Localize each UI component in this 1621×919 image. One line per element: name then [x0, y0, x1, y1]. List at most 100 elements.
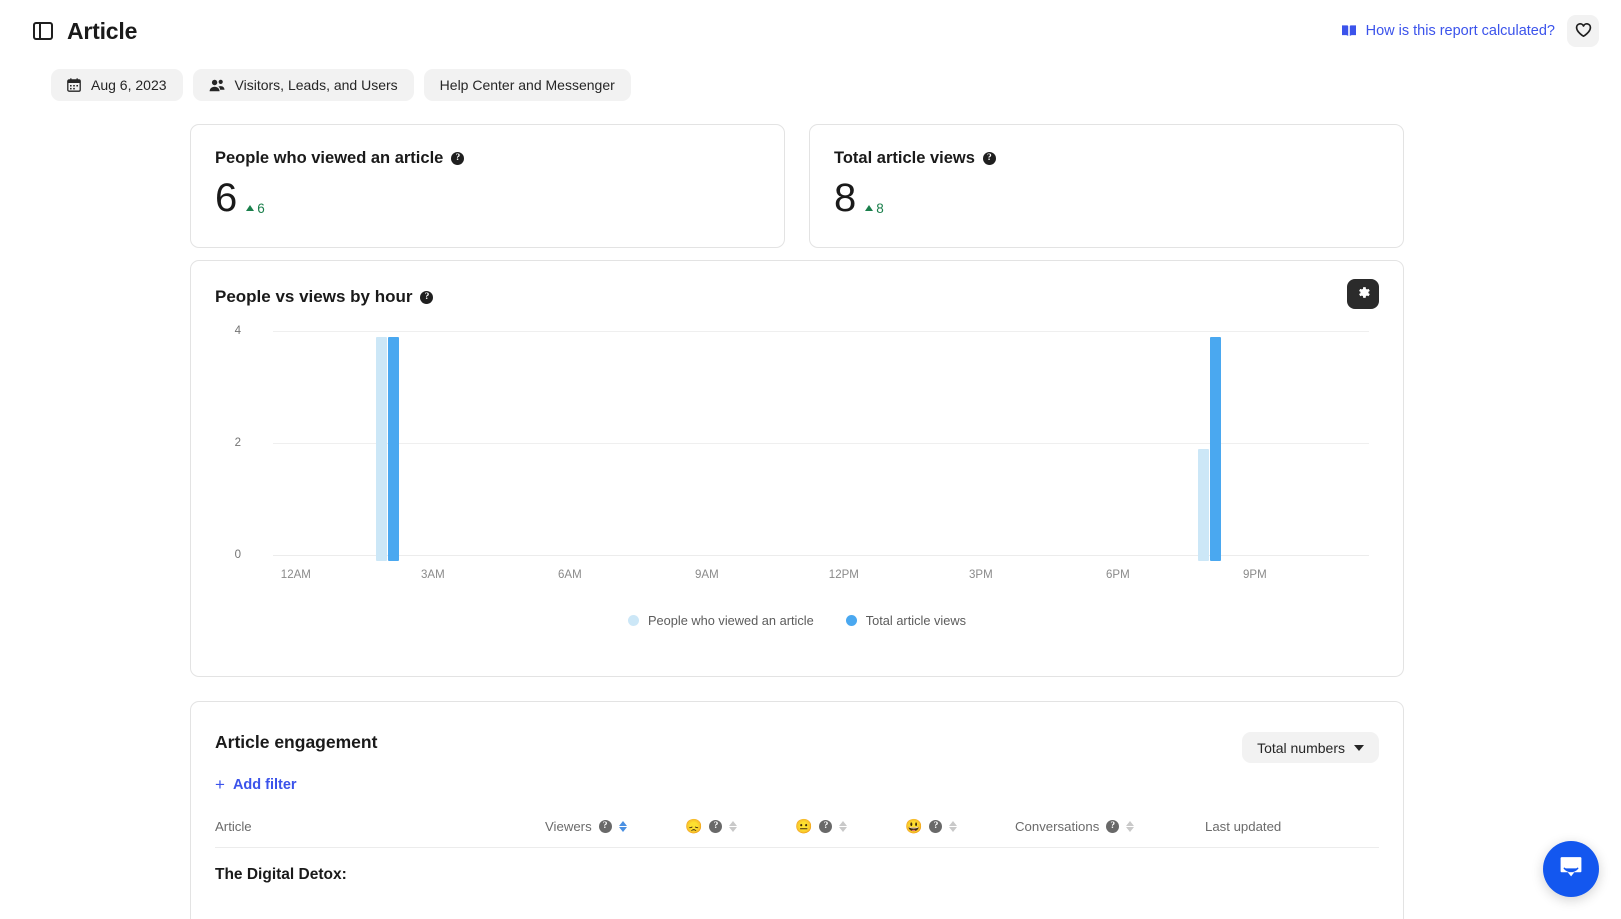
chevron-down-icon — [1354, 744, 1364, 751]
filter-chip-audience[interactable]: Visitors, Leads, and Users — [192, 69, 414, 101]
x-axis-tick: 6PM — [1106, 569, 1130, 581]
cell-reaction-neutral — [795, 848, 905, 885]
sort-toggle[interactable] — [729, 820, 738, 832]
cell-article-title: The Digital Detox: — [215, 866, 347, 883]
help-circle-icon[interactable]: ? — [451, 152, 465, 165]
top-bar-left: Article — [0, 18, 137, 45]
stat-title-text: Total article views — [834, 149, 975, 167]
y-axis-tick: 2 — [234, 437, 241, 449]
chart-legend: People who viewed an article Total artic… — [191, 613, 1403, 628]
column-header-reaction-happy[interactable]: 😃 ? — [905, 819, 1015, 848]
column-header-viewers[interactable]: Viewers ? — [545, 819, 685, 848]
table-row[interactable]: The Digital Detox: — [215, 848, 1379, 885]
stat-title-text: People who viewed an article — [215, 149, 444, 167]
column-header-reaction-neutral[interactable]: 😐 ? — [795, 819, 905, 848]
stat-card-value-row: 6 6 — [215, 178, 784, 218]
cell-last-updated — [1205, 848, 1379, 885]
sort-toggle[interactable] — [618, 821, 627, 832]
legend-item-people[interactable]: People who viewed an article — [627, 613, 814, 628]
chart-bar[interactable] — [388, 337, 400, 561]
heart-icon — [1575, 22, 1592, 41]
plus-icon: + — [215, 775, 225, 794]
sad-face-emoji: 😞 — [685, 818, 703, 834]
engagement-title: Article engagement — [215, 732, 378, 752]
stat-card-value-row: 8 8 — [834, 178, 1403, 218]
triangle-up-icon — [865, 205, 874, 211]
messenger-icon — [1558, 854, 1584, 885]
filter-chip-date-label: Aug 6, 2023 — [91, 77, 167, 93]
help-circle-icon[interactable]: ? — [1106, 820, 1120, 833]
article-engagement-card: Article engagement Total numbers + Add f… — [190, 701, 1404, 919]
report-link-label: How is this report calculated? — [1365, 23, 1555, 39]
total-numbers-label: Total numbers — [1257, 739, 1345, 756]
stat-value: 6 — [215, 176, 238, 220]
help-circle-icon[interactable]: ? — [598, 820, 612, 833]
chart-bar[interactable] — [1198, 449, 1210, 561]
filter-chip-source[interactable]: Help Center and Messenger — [423, 69, 631, 101]
engagement-table: Article Viewers ? 😞 ? 😐 ? 😃 ? Conversati… — [215, 819, 1379, 884]
x-axis-tick: 3PM — [969, 569, 993, 581]
stat-card-total-views: Total article views ? 8 8 — [809, 124, 1404, 248]
help-circle-icon[interactable]: ? — [819, 819, 833, 833]
stat-card-title: People who viewed an article ? — [215, 149, 465, 168]
triangle-up-icon — [246, 205, 255, 211]
chart-card-header: People vs views by hour ? — [191, 261, 1403, 309]
column-header-reaction-sad[interactable]: 😞 ? — [685, 819, 795, 848]
how-is-report-calculated-link[interactable]: How is this report calculated? — [1341, 23, 1555, 39]
messenger-launcher-button[interactable] — [1543, 841, 1599, 897]
engagement-header: Article engagement Total numbers — [191, 702, 1403, 763]
cell-conversations — [1015, 848, 1205, 885]
top-bar: Article How is this report calculated? — [0, 0, 1621, 62]
column-label: Last updated — [1205, 819, 1282, 834]
happy-face-emoji: 😃 — [905, 818, 923, 834]
column-label: Viewers — [545, 819, 592, 834]
column-label: Conversations — [1015, 819, 1100, 834]
column-label: Article — [215, 819, 252, 834]
stat-card-people-viewed: People who viewed an article ? 6 6 — [190, 124, 785, 248]
engagement-table-head: Article Viewers ? 😞 ? 😐 ? 😃 ? Conversati… — [215, 819, 1379, 848]
x-axis-tick: 3AM — [421, 569, 445, 581]
stat-delta-value: 6 — [257, 200, 265, 216]
stat-delta: 6 — [246, 201, 265, 216]
cell-viewers — [545, 848, 685, 885]
sort-toggle[interactable] — [1126, 821, 1135, 832]
table-header-row: Article Viewers ? 😞 ? 😐 ? 😃 ? Conversati… — [215, 819, 1379, 848]
add-filter-label: Add filter — [232, 776, 297, 793]
gear-icon — [1356, 285, 1371, 303]
chart-bar[interactable] — [376, 337, 388, 561]
cell-reaction-happy — [905, 848, 1015, 885]
total-numbers-dropdown[interactable]: Total numbers — [1242, 732, 1379, 763]
chart-title-text: People vs views by hour — [215, 287, 413, 306]
add-filter-button[interactable]: + Add filter — [215, 776, 297, 793]
column-header-conversations[interactable]: Conversations ? — [1015, 819, 1205, 848]
sort-toggle[interactable] — [839, 820, 848, 832]
help-circle-icon[interactable]: ? — [982, 152, 996, 165]
chart-settings-button[interactable] — [1347, 279, 1379, 309]
help-circle-icon[interactable]: ? — [420, 290, 434, 304]
column-header-last-updated: Last updated — [1205, 819, 1379, 848]
filter-chip-audience-label: Visitors, Leads, and Users — [234, 77, 398, 93]
y-axis-tick: 0 — [234, 549, 241, 561]
chart-title: People vs views by hour ? — [215, 287, 434, 307]
page-title: Article — [67, 17, 138, 44]
stat-card-title: Total article views ? — [834, 149, 996, 168]
filter-chip-date[interactable]: Aug 6, 2023 — [51, 69, 183, 101]
legend-label: Total article views — [865, 613, 967, 628]
book-icon — [1341, 24, 1357, 38]
stat-delta: 8 — [865, 201, 884, 216]
filter-chip-bar: Aug 6, 2023 Visitors, Leads, and Users H… — [51, 69, 631, 101]
help-circle-icon[interactable]: ? — [709, 819, 723, 833]
legend-item-views[interactable]: Total article views — [845, 613, 967, 628]
x-axis-tick: 12AM — [280, 569, 311, 581]
x-axis-tick: 9AM — [695, 569, 719, 581]
legend-color-swatch — [845, 615, 857, 626]
stat-delta-value: 8 — [876, 200, 884, 216]
help-circle-icon[interactable]: ? — [929, 819, 943, 833]
chart-bar[interactable] — [1210, 337, 1222, 561]
sort-toggle[interactable] — [949, 820, 958, 832]
panel-toggle-icon[interactable] — [33, 22, 53, 40]
people-icon — [209, 79, 225, 92]
engagement-table-body: The Digital Detox: — [215, 848, 1379, 885]
calendar-icon — [67, 78, 81, 92]
favorite-button[interactable] — [1567, 15, 1599, 47]
